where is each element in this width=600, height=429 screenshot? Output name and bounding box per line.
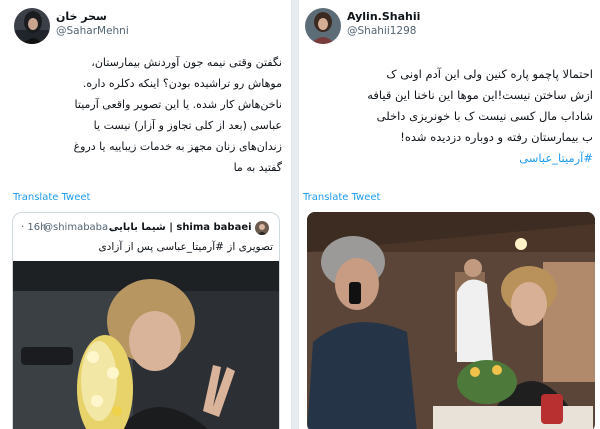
tweet-text-line: ب بیمارستان رفته و دوباره دزدیده شده! (400, 130, 593, 144)
right-author-name[interactable]: Aylin.Shahii (347, 10, 420, 23)
translate-tweet-link[interactable]: Translate Tweet (303, 192, 380, 203)
quoted-tweet-header: · 16h @shimababa... شیما بابایی | shima … (21, 221, 273, 237)
tweet-attached-photo[interactable] (307, 212, 595, 429)
tweet-text-line: ناخن‌هاش کار شده. یا این تصویر واقعی آرم… (74, 98, 282, 111)
tweet-text-line: نگفتن وقتی نیمه جون آوردنش بیمارستان، (91, 56, 282, 69)
translate-tweet-link[interactable]: Translate Tweet (13, 192, 90, 203)
tweet-text-line: گفتید به ما (233, 161, 282, 174)
quoted-tweet-photo[interactable] (13, 261, 279, 429)
tweet-hashtag-link[interactable]: #آرمیتا_عباسی (307, 148, 593, 169)
left-tweet-card[interactable]: سحر خان @SaharMehni نگفتن وقتی نیمه جون … (0, 0, 292, 429)
avatar-image-icon (305, 8, 341, 44)
quoted-tweet-handle[interactable]: @shimababa... (43, 222, 118, 233)
restaurant-photo-icon (307, 212, 595, 429)
quoted-tweet[interactable]: · 16h @shimababa... شیما بابایی | shima … (12, 212, 280, 429)
tweet-text-line: شاداب مال کسی نیست ک با خونریزی داخلی (376, 109, 593, 123)
left-tweet-text: نگفتن وقتی نیمه جون آوردنش بیمارستان، مو… (10, 52, 282, 178)
quoted-tweet-text: تصویری از #آرمیتا_عباسی پس از آزادی (98, 241, 273, 253)
right-tweet-card[interactable]: Aylin.Shahii @Shahii1298 احتمالا پاچمو پ… (298, 0, 600, 429)
left-author-avatar[interactable] (14, 8, 50, 44)
woman-with-flowers-photo-icon (13, 261, 279, 429)
tweet-text-line: ازش ساختن نیست!این موها این ناخنا این قی… (367, 88, 593, 102)
quoted-tweet-avatar[interactable] (255, 221, 269, 235)
tweet-text-line: موهاش رو تراشیده بودن؟ اینکه دکلره داره. (82, 77, 282, 90)
tweet-text-line: احتمالا پاچمو پاره کنین ولی این آدم اونی… (386, 67, 593, 81)
right-author-handle[interactable]: @Shahii1298 (347, 25, 416, 37)
left-author-name[interactable]: سحر خان (56, 10, 107, 23)
quoted-tweet-author-name[interactable]: شیما بابایی | shima babaei (109, 222, 252, 233)
tweet-text-line: زندان‌های زنان مجهز به خدمات زیباییه یا … (73, 140, 282, 153)
avatar-image-icon (255, 221, 269, 235)
right-tweet-text: احتمالا پاچمو پاره کنین ولی این آدم اونی… (307, 64, 593, 169)
tweet-text-line: عباسی (بعد از کلی تجاوز و آزار) نیست یا (93, 119, 282, 132)
left-author-handle[interactable]: @SaharMehni (56, 25, 129, 37)
avatar-image-icon (14, 8, 50, 44)
right-author-avatar[interactable] (305, 8, 341, 44)
